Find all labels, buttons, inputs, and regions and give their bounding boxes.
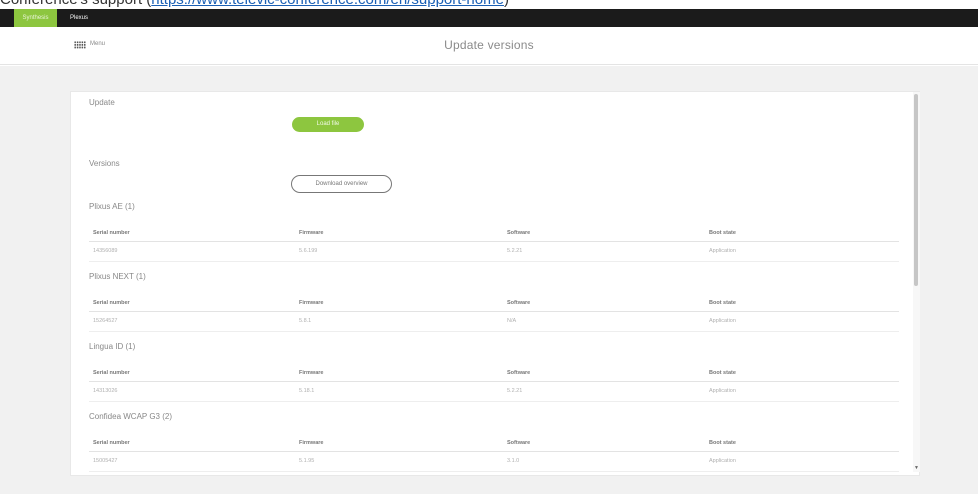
col-serial: Serial number [93, 440, 130, 446]
col-software: Software [507, 440, 531, 446]
download-overview-button[interactable]: Download overview [291, 175, 392, 193]
firmware-cell: 5.18.1 [299, 388, 315, 394]
vertical-scrollbar[interactable]: ▼ [913, 92, 920, 472]
tab-synthesis[interactable]: Synthesis [14, 9, 57, 27]
group-title: Lingua ID (1) [89, 342, 136, 351]
col-firmware: Firmware [299, 230, 324, 236]
caption: Conference's support (https://www.televi… [0, 0, 509, 9]
boot-state-cell: Application [709, 458, 736, 464]
software-cell: 5.2.21 [507, 388, 523, 394]
serial-cell: 14356089 [93, 248, 118, 254]
serial-cell: 15264527 [93, 318, 118, 324]
boot-state-cell: Application [709, 318, 736, 324]
caption-suffix: ) [504, 0, 509, 8]
col-software: Software [507, 230, 531, 236]
table-header-row: Serial number Firmware Software Boot sta… [89, 224, 899, 242]
col-boot-state: Boot state [709, 370, 736, 376]
group-title: Confidea WCAP G3 (2) [89, 412, 172, 421]
col-boot-state: Boot state [709, 230, 736, 236]
col-serial: Serial number [93, 370, 130, 376]
page-title: Update versions [444, 38, 534, 52]
firmware-cell: 5.6.199 [299, 248, 318, 254]
software-cell: N/A [507, 318, 517, 324]
group-title: Plixus AE (1) [89, 202, 135, 211]
update-label: Update [89, 98, 115, 107]
table-header-row: Serial number Firmware Software Boot sta… [89, 364, 899, 382]
table-row: 14356089 5.6.199 5.2.21 Application [89, 242, 899, 262]
caption-prefix: Conference's support ( [0, 0, 151, 8]
col-firmware: Firmware [299, 370, 324, 376]
versions-label: Versions [89, 159, 120, 168]
tab-plexus[interactable]: Plexus [62, 9, 96, 27]
table-row: 15005427 5.1.95 3.1.0 Application [89, 452, 899, 472]
col-firmware: Firmware [299, 440, 324, 446]
col-software: Software [507, 370, 531, 376]
boot-state-cell: Application [709, 388, 736, 394]
support-link[interactable]: https://www.televic-conference.com/en/su… [151, 0, 504, 8]
col-firmware: Firmware [299, 300, 324, 306]
boot-state-cell: Application [709, 248, 736, 254]
page-header: Menu Update versions [0, 27, 978, 65]
col-serial: Serial number [93, 230, 130, 236]
col-boot-state: Boot state [709, 300, 736, 306]
group-title: Plixus NEXT (1) [89, 272, 146, 281]
table-row: 14313026 5.18.1 5.2.21 Application [89, 382, 899, 402]
col-software: Software [507, 300, 531, 306]
table-row: 15264527 5.8.1 N/A Application [89, 312, 899, 332]
firmware-cell: 5.1.95 [299, 458, 315, 464]
col-serial: Serial number [93, 300, 130, 306]
top-bar: Synthesis Plexus [0, 9, 978, 27]
versions-table: Serial number Firmware Software Boot sta… [89, 224, 899, 262]
serial-cell: 14313026 [93, 388, 118, 394]
update-panel: Update Load file Versions Download overv… [70, 91, 920, 476]
versions-table: Serial number Firmware Software Boot sta… [89, 434, 899, 472]
versions-table: Serial number Firmware Software Boot sta… [89, 364, 899, 402]
table-header-row: Serial number Firmware Software Boot sta… [89, 294, 899, 312]
scrollbar-thumb[interactable] [914, 94, 918, 286]
software-cell: 3.1.0 [507, 458, 520, 464]
col-boot-state: Boot state [709, 440, 736, 446]
load-file-button[interactable]: Load file [292, 117, 364, 132]
software-cell: 5.2.21 [507, 248, 523, 254]
serial-cell: 15005427 [93, 458, 118, 464]
table-header-row: Serial number Firmware Software Boot sta… [89, 434, 899, 452]
arrow-down-icon[interactable]: ▼ [913, 465, 920, 472]
versions-table: Serial number Firmware Software Boot sta… [89, 294, 899, 332]
firmware-cell: 5.8.1 [299, 318, 312, 324]
